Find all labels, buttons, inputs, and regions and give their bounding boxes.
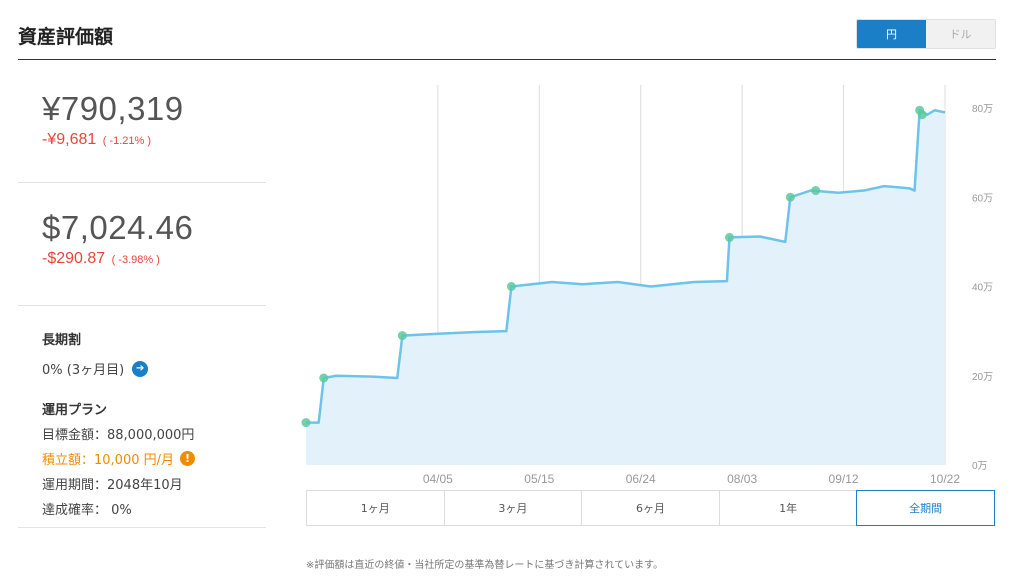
footnote: ※評価額は直近の終値・当社所定の基準為替レートに基づき計算されています。 bbox=[306, 560, 664, 571]
deposit-marker bbox=[319, 373, 329, 383]
jpy-total-value: ¥790,319 bbox=[42, 90, 184, 127]
deposit-marker bbox=[785, 192, 795, 202]
x-tick-label: 06/24 bbox=[626, 472, 656, 486]
deposit-marker bbox=[917, 110, 927, 120]
x-tick-label: 08/03 bbox=[727, 472, 757, 486]
period-tab-1m[interactable]: 1ヶ月 bbox=[307, 491, 445, 525]
plan-heading: 運用プラン bbox=[42, 403, 108, 418]
chart-area bbox=[306, 110, 945, 465]
x-tick-label: 09/12 bbox=[829, 472, 859, 486]
header: 資産評価額 円 ドル bbox=[18, 0, 996, 60]
deposit-marker bbox=[506, 282, 516, 291]
long-term-heading: 長期割 bbox=[42, 333, 82, 348]
plan-monthly: 積立額：10,000 円/月 ! bbox=[42, 449, 266, 468]
long-term-rate-value: 0% (3ヶ月目) bbox=[42, 363, 125, 378]
currency-toggle: 円 ドル bbox=[856, 19, 996, 49]
period-tab-1y[interactable]: 1年 bbox=[719, 491, 858, 525]
currency-jpy-button[interactable]: 円 bbox=[857, 20, 926, 48]
period-tab-all[interactable]: 全期間 bbox=[856, 490, 995, 526]
usd-total-value: $7,024.46 bbox=[42, 209, 194, 246]
jpy-change-amount: -¥9,681 bbox=[42, 131, 97, 148]
y-tick-label: 0万 bbox=[972, 461, 988, 472]
plan-target: 目標金額：88,000,000円 bbox=[42, 428, 195, 443]
jpy-value-block: ¥790,319 -¥9,681 ( -1.21% ) bbox=[18, 60, 266, 183]
long-term-rate: 0% (3ヶ月目) ➔ bbox=[42, 359, 266, 378]
x-tick-label: 05/15 bbox=[524, 472, 554, 486]
usd-change: -$290.87 ( -3.98% ) bbox=[42, 250, 266, 268]
usd-value-block: $7,024.46 -$290.87 ( -3.98% ) bbox=[18, 183, 266, 306]
deposit-marker bbox=[301, 418, 311, 428]
plan-achievement: 達成確率： 0% bbox=[42, 503, 132, 518]
y-tick-label: 40万 bbox=[972, 283, 993, 294]
x-tick-label: 10/22 bbox=[930, 472, 960, 486]
jpy-change: -¥9,681 ( -1.21% ) bbox=[42, 131, 266, 149]
alert-icon[interactable]: ! bbox=[180, 451, 195, 466]
plan-monthly-label: 積立額：10,000 円/月 bbox=[42, 453, 174, 468]
page-title: 資産評価額 bbox=[18, 26, 114, 48]
period-tab-3m[interactable]: 3ヶ月 bbox=[444, 491, 583, 525]
x-tick-label: 04/05 bbox=[423, 472, 453, 486]
deposit-marker bbox=[724, 232, 734, 242]
period-tab-6m[interactable]: 6ヶ月 bbox=[582, 491, 720, 525]
asset-chart: 0万 20万 40万 60万 80万 04/05 05/15 06/24 08/03 09/12 1… bbox=[301, 85, 993, 486]
plan-block: 長期割 0% (3ヶ月目) ➔ 運用プラン 目標金額：88,000,000円 積… bbox=[18, 306, 266, 528]
deposit-marker bbox=[811, 186, 821, 196]
jpy-change-percent: ( -1.21% ) bbox=[102, 135, 152, 147]
y-tick-label: 80万 bbox=[972, 104, 993, 115]
y-tick-label: 60万 bbox=[972, 193, 993, 204]
period-tabs: 1ヶ月 3ヶ月 6ヶ月 1年 全期間 bbox=[306, 490, 995, 526]
usd-change-percent: ( -3.98% ) bbox=[111, 254, 160, 266]
y-tick-label: 20万 bbox=[972, 372, 993, 383]
summary-panel: ¥790,319 -¥9,681 ( -1.21% ) $7,024.46 -$… bbox=[18, 60, 266, 528]
arrow-right-icon[interactable]: ➔ bbox=[132, 360, 149, 377]
usd-change-amount: -$290.87 bbox=[42, 250, 106, 267]
deposit-marker bbox=[397, 331, 407, 341]
currency-usd-button[interactable]: ドル bbox=[926, 20, 995, 48]
plan-period: 運用期間：2048年10月 bbox=[42, 478, 183, 493]
